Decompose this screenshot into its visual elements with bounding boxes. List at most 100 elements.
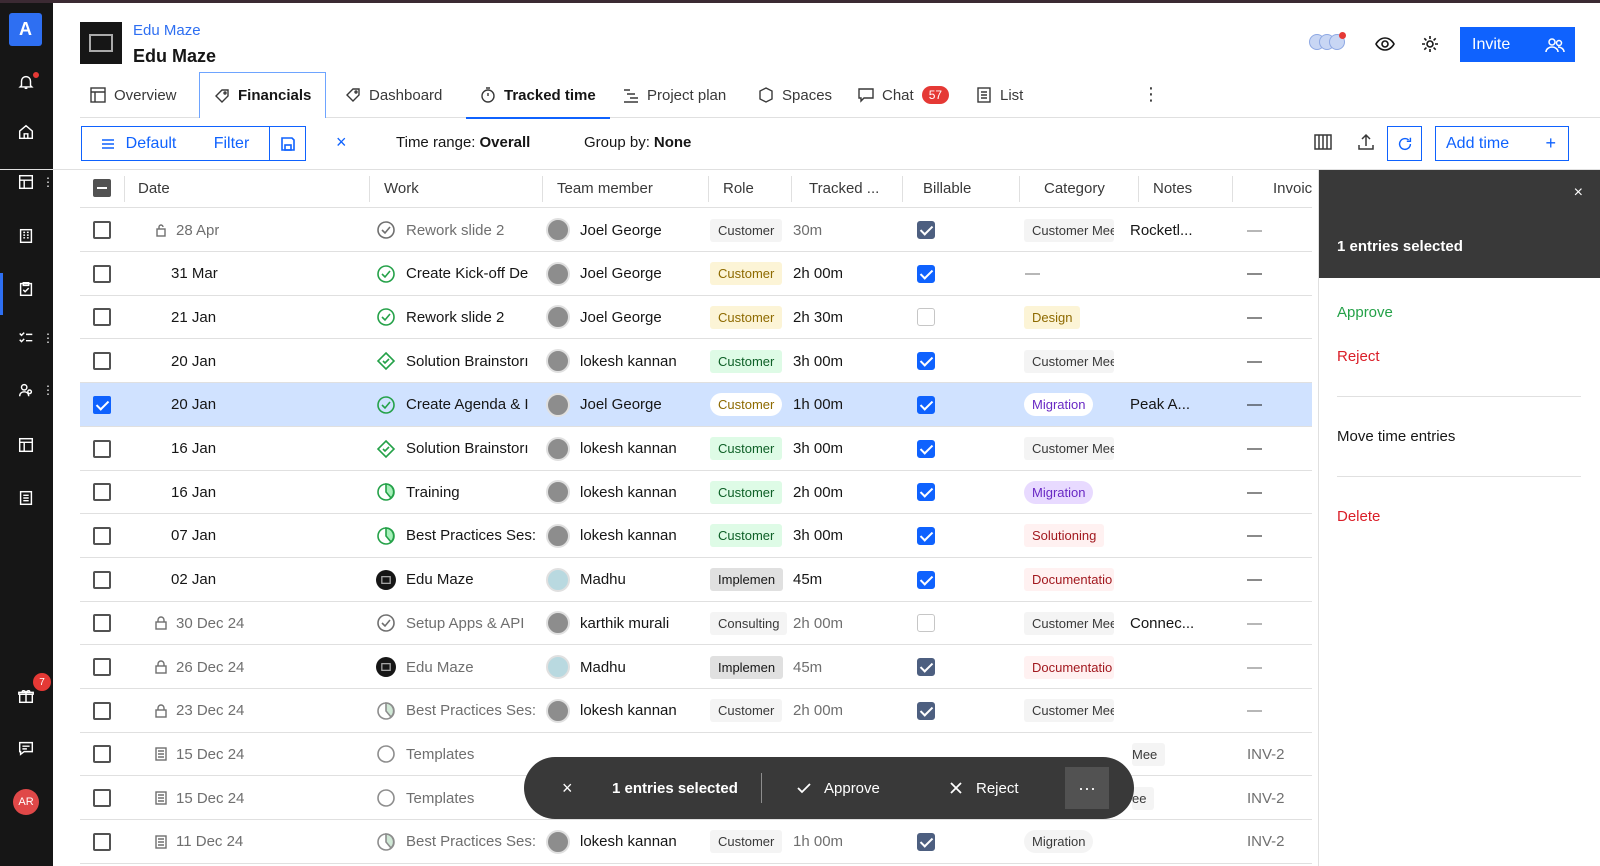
billable-checkbox[interactable] (917, 558, 935, 602)
view-default-button[interactable]: Default (81, 126, 195, 161)
gear-icon[interactable] (1420, 34, 1442, 56)
column-header-date[interactable]: Date (138, 180, 170, 197)
work-cell[interactable]: Create Agenda & I (376, 383, 540, 427)
close-icon[interactable]: × (1574, 184, 1583, 202)
tab-list[interactable]: List (976, 72, 1023, 118)
member-cell[interactable]: lokesh kannan (546, 689, 706, 733)
tab-overview[interactable]: Overview (90, 72, 177, 118)
work-cell[interactable]: Solution Brainstorı (376, 339, 540, 383)
add-time-button[interactable]: Add time + (1435, 126, 1569, 161)
columns-icon[interactable] (1313, 132, 1333, 155)
column-header-notes[interactable]: Notes (1153, 180, 1192, 197)
approve-action[interactable]: Approve (1337, 304, 1393, 321)
work-cell[interactable]: Best Practices Ses: (376, 514, 540, 558)
users-icon[interactable] (14, 378, 38, 402)
table-row[interactable]: 20 Jan Solution Brainstorı lokesh kannan Cu… (80, 339, 1312, 384)
tab-dashboard[interactable]: Dashboard (345, 72, 442, 118)
billable-checkbox[interactable] (917, 208, 935, 252)
billable-checkbox[interactable] (917, 427, 935, 471)
billable-checkbox[interactable] (917, 601, 935, 645)
collaborators-avatar-group[interactable] (1309, 32, 1346, 54)
column-header-tracked[interactable]: Tracked ... (809, 180, 879, 197)
more-tabs-icon[interactable]: ⋮ (1142, 84, 1160, 105)
time-range[interactable]: Time range: Overall (396, 134, 530, 151)
report-icon[interactable] (14, 486, 38, 510)
row-checkbox[interactable] (93, 295, 111, 339)
row-checkbox[interactable] (93, 514, 111, 558)
row-checkbox[interactable] (93, 645, 111, 689)
billable-checkbox[interactable] (917, 514, 935, 558)
row-checkbox[interactable] (93, 427, 111, 471)
delete-action[interactable]: Delete (1337, 508, 1380, 525)
work-cell[interactable]: Rework slide 2 (376, 295, 540, 339)
row-checkbox[interactable] (93, 601, 111, 645)
billable-checkbox[interactable] (917, 339, 935, 383)
table-row[interactable]: 16 Jan Training lokesh kannan Customer 2h 00… (80, 470, 1312, 515)
row-checkbox[interactable] (93, 820, 111, 864)
member-cell[interactable]: Joel George (546, 295, 706, 339)
row-checkbox[interactable] (93, 252, 111, 296)
building-icon[interactable] (14, 224, 38, 248)
table-row[interactable]: 28 Apr Rework slide 2 Joel George Customer 3… (80, 208, 1312, 252)
row-checkbox[interactable] (93, 732, 111, 776)
work-cell[interactable]: Rework slide 2 (376, 208, 540, 252)
member-cell[interactable]: Joel George (546, 383, 706, 427)
table-row[interactable]: 31 Mar Create Kick-off De Joel George Custo… (80, 252, 1312, 296)
column-header-invoice[interactable]: Invoic (1273, 180, 1312, 197)
reject-action[interactable]: Reject (1337, 348, 1380, 365)
member-cell[interactable]: Madhu (546, 558, 706, 602)
dismiss-selection-icon[interactable]: × (562, 757, 573, 819)
tab-tracked-time[interactable]: Tracked time (466, 72, 610, 119)
select-all-checkbox[interactable] (93, 179, 111, 197)
member-cell[interactable]: lokesh kannan (546, 339, 706, 383)
table-row[interactable]: 11 Dec 24 Best Practices Ses: lokesh kanna… (80, 820, 1312, 864)
member-cell[interactable]: lokesh kannan (546, 470, 706, 514)
member-cell[interactable]: Joel George (546, 252, 706, 296)
more-dots-icon[interactable]: ⋮ (42, 332, 54, 344)
dashboard-icon[interactable] (14, 170, 38, 194)
billable-checkbox[interactable] (917, 295, 935, 339)
member-cell[interactable]: lokesh kannan (546, 820, 706, 864)
billable-checkbox[interactable] (917, 689, 935, 733)
column-header-work[interactable]: Work (384, 180, 419, 197)
filter-button[interactable]: Filter (194, 126, 270, 161)
work-cell[interactable]: Templates (376, 776, 540, 820)
project-breadcrumb[interactable]: Edu Maze (133, 22, 201, 39)
tab-spaces[interactable]: Spaces (758, 72, 832, 118)
tab-chat[interactable]: Chat 57 (858, 72, 950, 118)
notes-cell[interactable]: Connec... (1130, 601, 1194, 645)
table-row[interactable]: 20 Jan Create Agenda & I Joel George Custom… (80, 382, 1312, 427)
member-cell[interactable]: karthik murali (546, 601, 706, 645)
table-row[interactable]: 07 Jan Best Practices Ses: lokesh kannan Cu… (80, 514, 1312, 558)
table-row[interactable]: 26 Dec 24 Edu Maze Madhu Implemen 45m Documen… (80, 645, 1312, 689)
tab-project-plan[interactable]: Project plan (623, 72, 726, 118)
user-avatar[interactable]: AR (13, 789, 39, 815)
more-dots-icon[interactable]: ⋮ (42, 176, 54, 188)
notes-cell[interactable]: Peak A... (1130, 383, 1190, 427)
more-dots-icon[interactable]: ⋮ (42, 384, 54, 396)
member-cell[interactable]: lokesh kannan (546, 427, 706, 471)
column-header-billable[interactable]: Billable (923, 180, 971, 197)
table-row[interactable]: 21 Jan Rework slide 2 Joel George Customer 2… (80, 295, 1312, 340)
member-cell[interactable]: Joel George (546, 208, 706, 252)
task-list-icon[interactable] (14, 326, 38, 350)
column-header-category[interactable]: Category (1044, 180, 1105, 197)
row-checkbox[interactable] (93, 689, 111, 733)
save-view-button[interactable] (269, 126, 306, 161)
work-cell[interactable]: Edu Maze (376, 645, 540, 689)
member-cell[interactable]: lokesh kannan (546, 514, 706, 558)
column-header-role[interactable]: Role (723, 180, 754, 197)
table-row[interactable]: 23 Dec 24 Best Practices Ses: lokesh kanna… (80, 689, 1312, 733)
refresh-button[interactable] (1387, 126, 1422, 161)
row-checkbox[interactable] (93, 558, 111, 602)
work-cell[interactable]: Setup Apps & API (376, 601, 540, 645)
eye-icon[interactable] (1375, 34, 1397, 56)
move-time-entries-action[interactable]: Move time entries (1337, 428, 1455, 445)
template-icon[interactable] (14, 433, 38, 457)
row-checkbox[interactable] (93, 776, 111, 820)
column-header-team-member[interactable]: Team member (557, 180, 653, 197)
reject-button[interactable]: Reject (948, 757, 1019, 819)
approve-button[interactable]: Approve (796, 757, 880, 819)
work-cell[interactable]: Templates (376, 732, 540, 776)
billable-checkbox[interactable] (917, 820, 935, 864)
